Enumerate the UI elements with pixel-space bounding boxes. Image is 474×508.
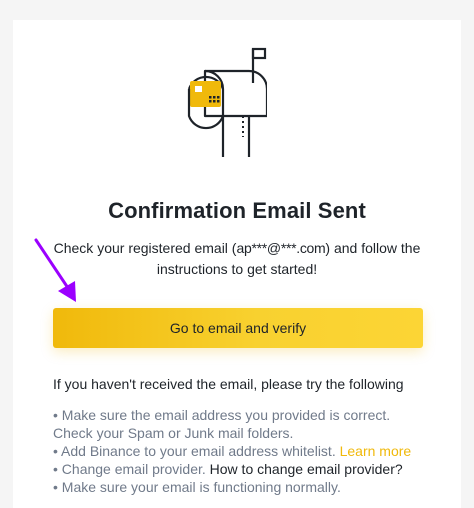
list-item: • Make sure the email address you provid… [53,407,391,441]
page-title: Confirmation Email Sent [108,198,366,223]
help-heading: If you haven't received the email, pleas… [53,376,404,392]
list-item: • Change email provider. How to change e… [53,460,433,478]
instruction-prefix: Check your registered email ( [53,240,237,256]
list-item: • Make sure your email is functioning no… [53,479,341,495]
whitelist-tip: • Add Binance to your email address whit… [53,443,336,459]
change-provider-link[interactable]: How to change email provider? [210,461,403,477]
go-to-email-button[interactable]: Go to email and verify [53,308,423,348]
mailbox-icon [187,47,267,157]
learn-more-link[interactable]: Learn more [340,443,412,459]
troubleshooting-list: • Make sure the email address you provid… [53,406,433,496]
instruction-text: Check your registered email (ap***@***.c… [40,238,434,280]
list-item: • Add Binance to your email address whit… [53,442,433,460]
change-provider-tip: • Change email provider. [53,461,206,477]
masked-email: ap***@***.com [236,240,326,256]
